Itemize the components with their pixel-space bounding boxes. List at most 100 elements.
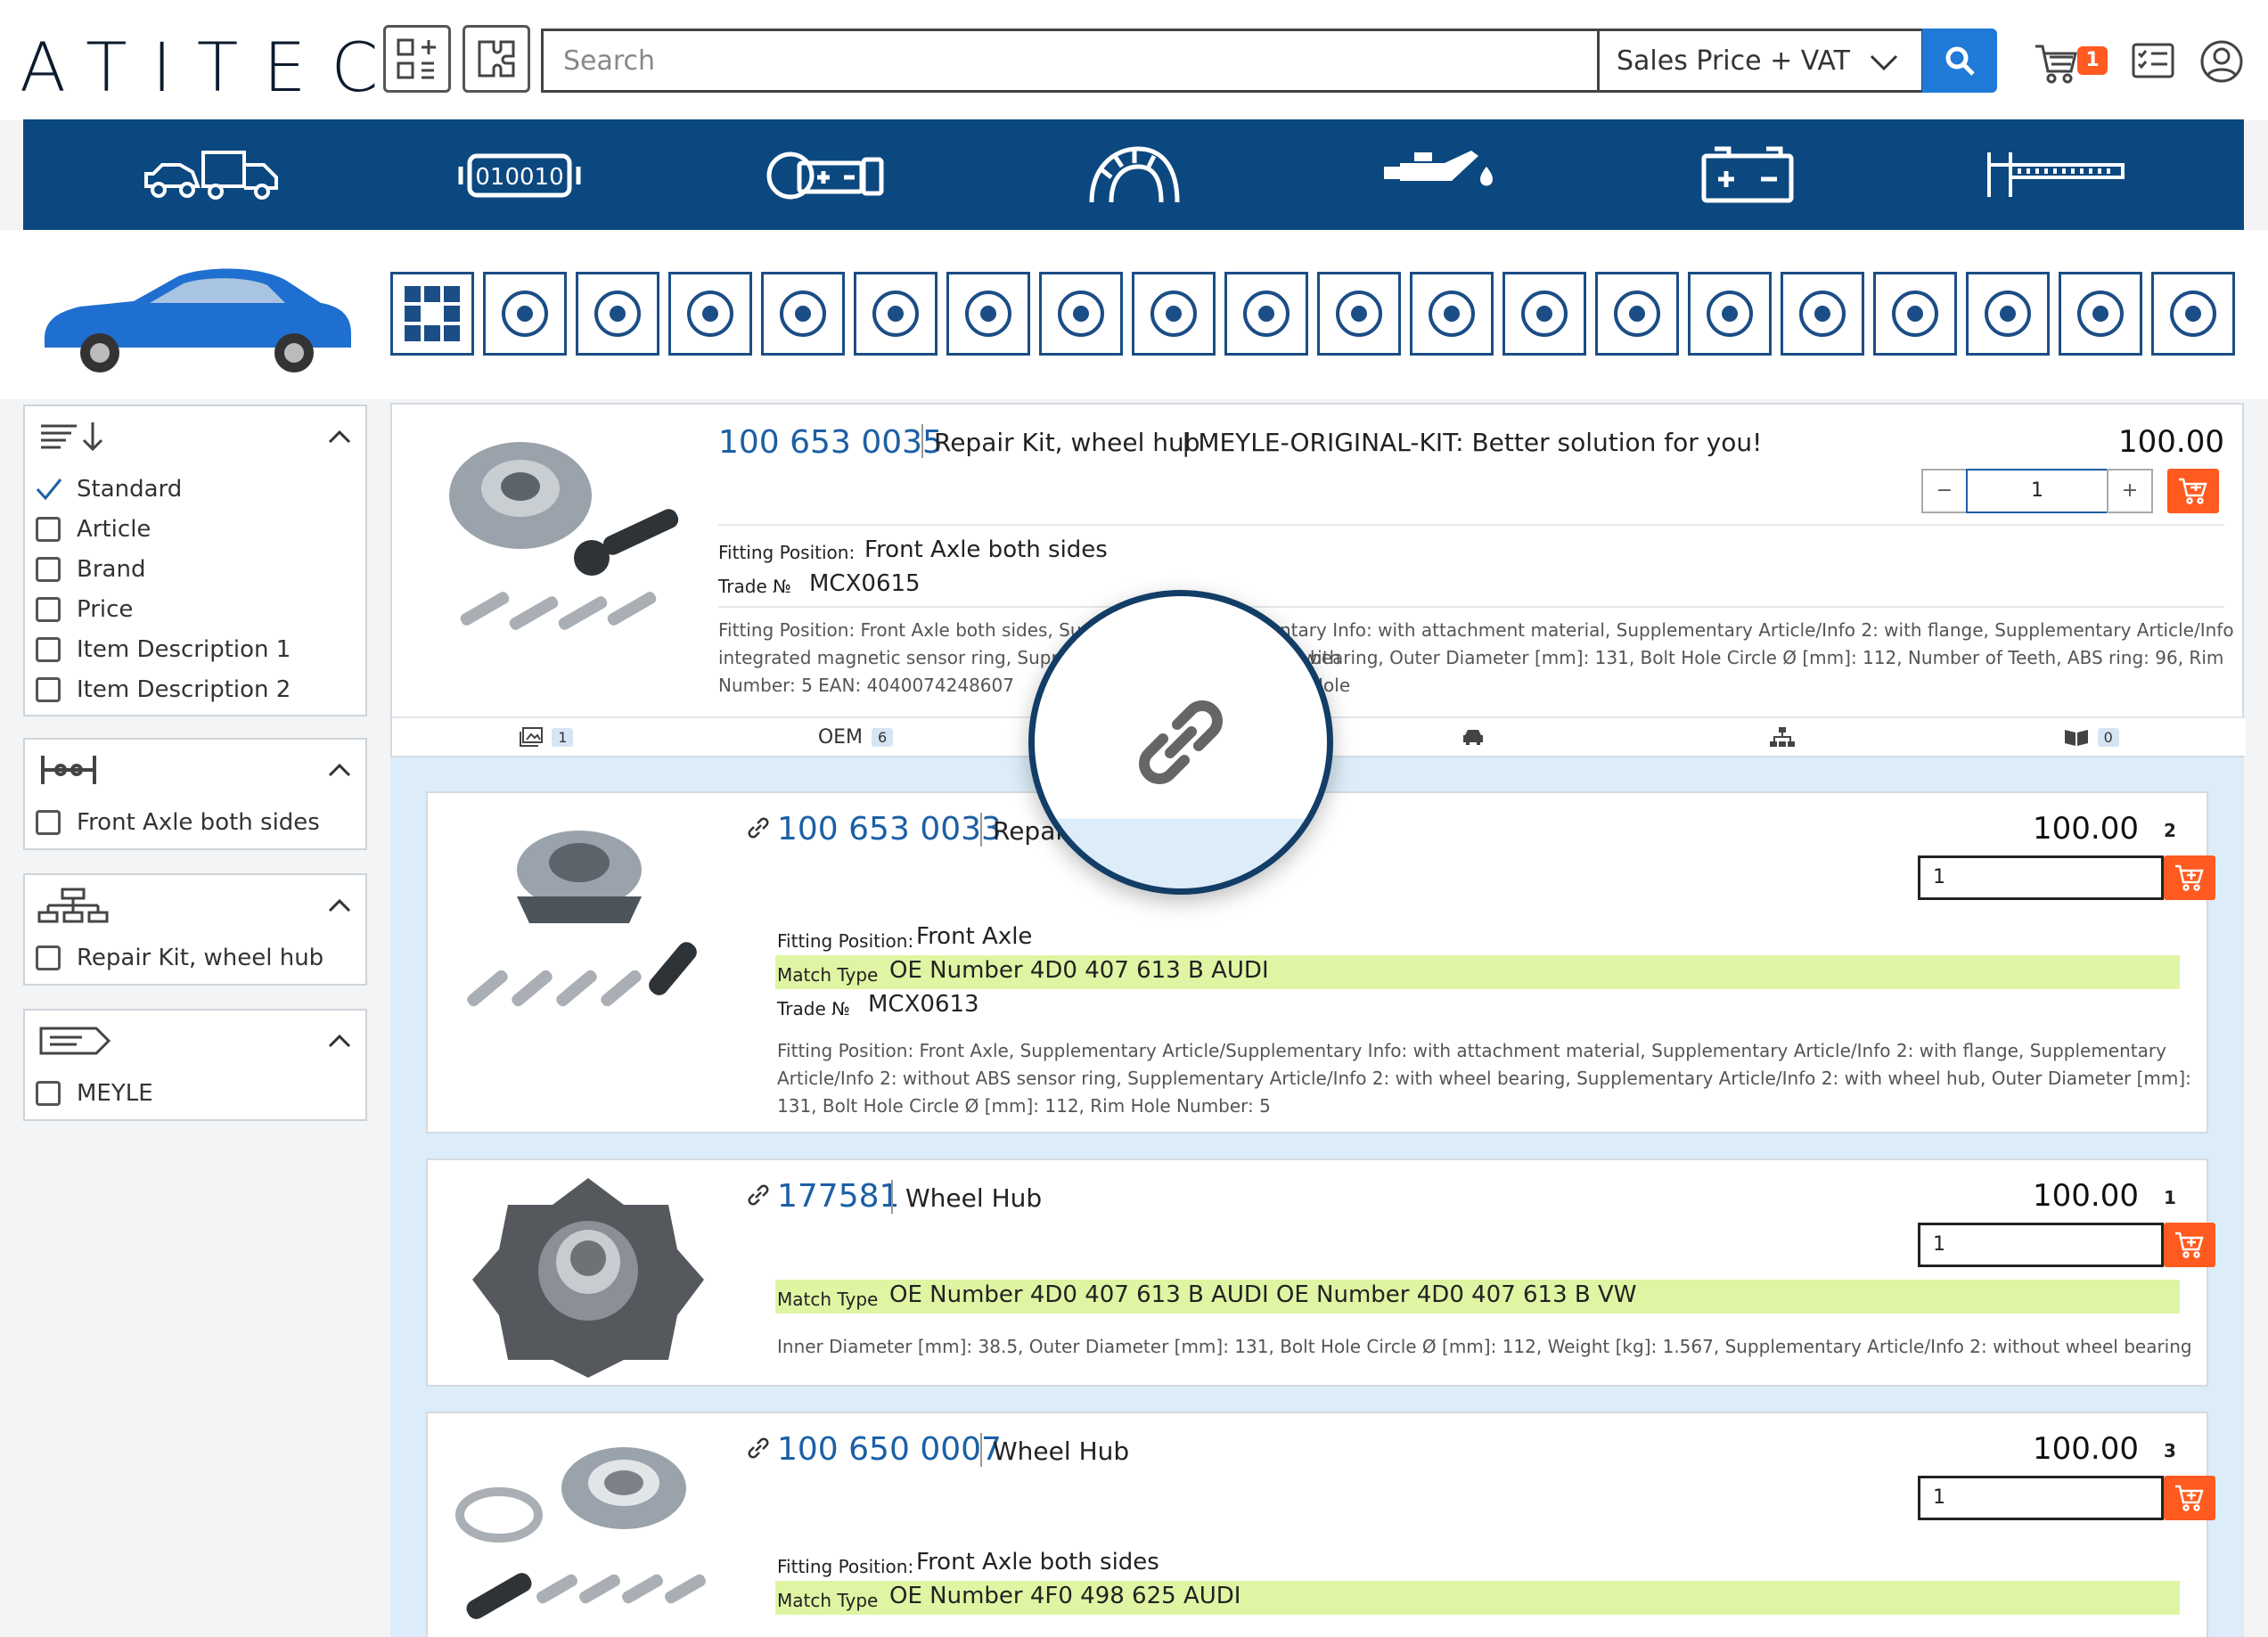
book-icon xyxy=(2064,730,2088,746)
add-to-cart-button[interactable] xyxy=(2164,855,2215,900)
part-tile-all-groups[interactable] xyxy=(390,272,474,356)
part-tile-air-filter[interactable] xyxy=(761,272,845,356)
option-label: Price xyxy=(77,595,134,623)
title-divider xyxy=(891,1180,893,1214)
add-to-cart-button[interactable] xyxy=(2164,1223,2215,1267)
article-description-3: Number: 5 EAN: 4040074248607 xyxy=(718,675,1014,696)
app-root: ATITEC Search Sales Price + VAT 1 010010… xyxy=(0,0,2268,1637)
article-number-link[interactable]: 177581 xyxy=(777,1178,899,1215)
account-button[interactable] xyxy=(2199,39,2244,87)
add-to-cart-button[interactable] xyxy=(2164,1476,2215,1520)
part-tile-tools[interactable] xyxy=(2059,272,2142,356)
part-tile-turbo[interactable] xyxy=(1410,272,1494,356)
part-tile-windscreen[interactable] xyxy=(854,272,937,356)
towbar-icon xyxy=(1985,291,2031,337)
filter-option-brand[interactable]: MEYLE xyxy=(25,1073,365,1113)
axle-icon xyxy=(1058,291,1104,337)
add-to-cart-button[interactable] xyxy=(2167,469,2219,513)
cart-plus-icon xyxy=(2175,864,2204,891)
category-battery-kit[interactable] xyxy=(750,130,902,219)
article-price: 100.00 xyxy=(2033,1178,2139,1214)
selected-vehicle-image[interactable] xyxy=(36,257,356,376)
checkbox[interactable] xyxy=(36,945,61,970)
group-panel-header[interactable] xyxy=(25,875,365,937)
sort-option[interactable]: Article xyxy=(25,509,365,549)
part-tile-seat[interactable] xyxy=(1595,272,1679,356)
tab-vehicles[interactable] xyxy=(1319,728,1628,746)
sort-panel-header[interactable] xyxy=(25,406,365,469)
category-measuring-tools[interactable] xyxy=(1979,130,2131,219)
sort-option[interactable]: Item Description 1 xyxy=(25,629,365,669)
tab-oem[interactable]: OEM 6 xyxy=(701,726,1011,749)
part-tile-body-door[interactable] xyxy=(483,272,567,356)
checkbox[interactable] xyxy=(36,556,61,582)
part-tile-brake-disc[interactable] xyxy=(1132,272,1216,356)
sort-option[interactable]: Item Description 2 xyxy=(25,669,365,709)
sort-option[interactable]: Brand xyxy=(25,549,365,589)
position-filter-panel: Front Axle both sides xyxy=(23,738,367,850)
position-panel-header[interactable] xyxy=(25,740,365,802)
checkbox[interactable] xyxy=(36,1080,61,1106)
qty-input[interactable]: 1 xyxy=(1918,1476,2164,1520)
category-vehicles[interactable] xyxy=(136,130,288,219)
search-input[interactable]: Search xyxy=(541,29,1600,93)
qty-decrease-button[interactable]: − xyxy=(1921,469,1968,513)
filter-option-position[interactable]: Front Axle both sides xyxy=(25,802,365,842)
checkbox[interactable] xyxy=(36,676,61,702)
price-mode-select[interactable]: Sales Price + VAT xyxy=(1597,29,1924,93)
brand-panel-header[interactable] xyxy=(25,1011,365,1073)
search-button[interactable] xyxy=(1922,29,1997,93)
part-tile-fuel-can[interactable] xyxy=(946,272,1030,356)
tab-structure[interactable] xyxy=(1628,727,1937,747)
checkbox[interactable] xyxy=(36,596,61,622)
article-number-link[interactable]: 100 653 0033 xyxy=(777,811,1002,847)
top-header: ATITEC Search Sales Price + VAT 1 xyxy=(0,0,2268,120)
tab-documents[interactable]: 0 xyxy=(1936,727,2246,747)
option-label: Standard xyxy=(77,475,183,503)
part-tile-glow-plug[interactable] xyxy=(1688,272,1772,356)
part-tile-battery[interactable] xyxy=(1873,272,1957,356)
part-tile-engine-gear[interactable] xyxy=(576,272,659,356)
part-tile-speed-rabbit[interactable] xyxy=(2151,272,2235,356)
part-tile-spark-plug[interactable] xyxy=(1781,272,1864,356)
category-battery[interactable] xyxy=(1672,130,1823,219)
part-tile-axle[interactable] xyxy=(1039,272,1123,356)
part-tile-steering-wheel[interactable] xyxy=(1502,272,1586,356)
body-door-icon xyxy=(502,291,548,337)
orders-button[interactable] xyxy=(2132,43,2174,82)
sort-option[interactable]: Standard xyxy=(25,469,365,509)
oem-search-button[interactable] xyxy=(383,25,451,93)
filter-option-group[interactable]: Repair Kit, wheel hub xyxy=(25,937,365,978)
part-tile-exhaust[interactable] xyxy=(1317,272,1401,356)
rank-number: 2 xyxy=(2164,820,2176,841)
category-oil[interactable] xyxy=(1365,130,1517,219)
checkbox[interactable] xyxy=(36,636,61,662)
chevron-up-icon xyxy=(328,898,351,913)
qty-input[interactable]: 1 xyxy=(1918,855,2164,900)
part-tile-towbar[interactable] xyxy=(1966,272,2050,356)
part-tile-radiator[interactable] xyxy=(1224,272,1308,356)
wheel-hub-image[interactable] xyxy=(472,1173,704,1378)
wheel-hub-kit-image[interactable] xyxy=(454,1426,713,1631)
sort-option[interactable]: Price xyxy=(25,589,365,629)
check-icon[interactable] xyxy=(36,477,62,502)
spark-plug-icon xyxy=(1799,291,1846,337)
article-number-link[interactable]: 100 653 0035 xyxy=(718,424,943,461)
brand-logo[interactable]: ATITEC xyxy=(20,34,403,102)
article-number-link[interactable]: 100 650 0007 xyxy=(777,1431,1002,1468)
parts-puzzle-button[interactable] xyxy=(463,25,530,93)
qty-input[interactable]: 1 xyxy=(1918,1223,2164,1267)
part-tile-driveshaft[interactable] xyxy=(668,272,752,356)
checkbox[interactable] xyxy=(36,516,61,542)
tab-images[interactable]: 1 xyxy=(392,727,701,747)
wheel-hub-bearing-image[interactable] xyxy=(454,807,713,1039)
category-engine-code[interactable]: 010010 xyxy=(444,130,595,219)
cart-button[interactable] xyxy=(2034,41,2078,89)
engine-code-icon: 010010 xyxy=(458,153,581,198)
wheel-hub-kit-image[interactable] xyxy=(431,424,690,656)
cart-count-badge: 1 xyxy=(2077,46,2108,75)
checkbox[interactable] xyxy=(36,809,61,835)
category-tyres[interactable] xyxy=(1058,130,1209,219)
qty-increase-button[interactable]: + xyxy=(2107,469,2153,513)
qty-input[interactable]: 1 xyxy=(1966,469,2108,513)
